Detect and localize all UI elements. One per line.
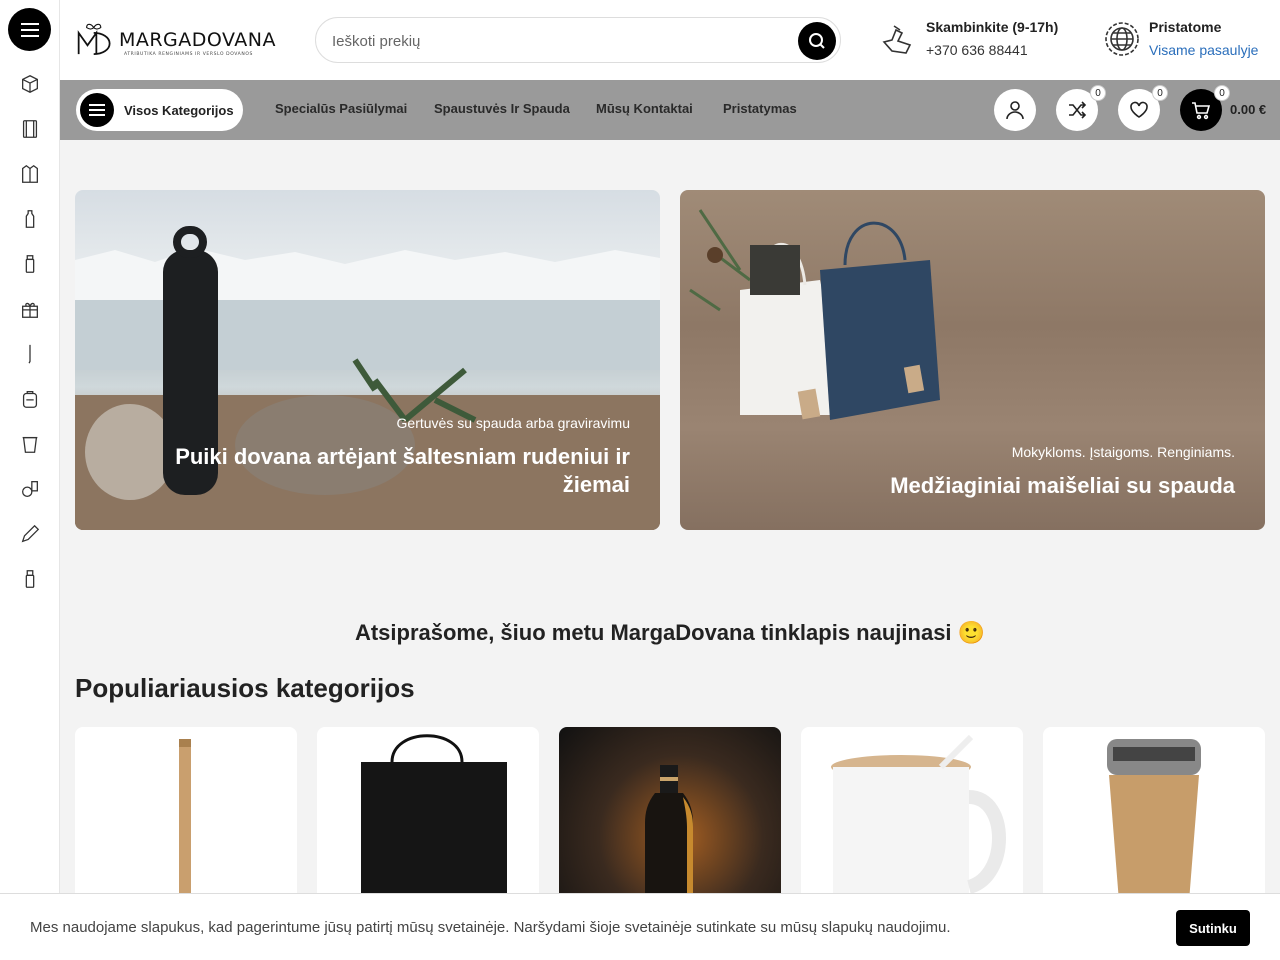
tech-gadgets-icon[interactable] <box>18 72 42 96</box>
notebook-icon[interactable] <box>18 117 42 141</box>
menu-icon <box>20 22 39 37</box>
nav-printing[interactable]: Spaustuvės Ir Spauda <box>434 101 570 116</box>
jacket-icon[interactable] <box>18 162 42 186</box>
cookie-bar: Mes naudojame slapukus, kad pagerintume … <box>0 893 1280 960</box>
shuffle-icon <box>1069 101 1087 119</box>
pen-icon[interactable] <box>18 342 42 366</box>
account-button[interactable] <box>994 89 1036 131</box>
nav-contacts[interactable]: Mūsų Kontaktai <box>596 101 693 116</box>
cart-button[interactable]: 0 <box>1180 85 1230 131</box>
thermos-icon[interactable] <box>18 252 42 276</box>
cart-total[interactable]: 0.00 € <box>1230 102 1266 117</box>
cup-icon[interactable] <box>18 432 42 456</box>
compare-count-badge: 0 <box>1090 85 1106 101</box>
cart-icon <box>1192 102 1211 120</box>
maintenance-notice: Atsiprašome, šiuo metu MargaDovana tinkl… <box>354 620 986 645</box>
banner-1-title: Puiki dovana artėjant šaltesniam rudeniu… <box>175 444 630 497</box>
banner-2-title: Medžiaginiai maišeliai su spauda <box>890 473 1235 498</box>
phone-number[interactable]: +370 636 88441 <box>926 42 1028 58</box>
logo-mark <box>77 23 111 56</box>
cart-count-badge: 0 <box>1214 85 1230 101</box>
nav-shipping[interactable]: Pristatymas <box>723 101 797 116</box>
cookie-accept-button[interactable]: Sutinku <box>1176 910 1250 946</box>
popular-categories-title: Populiariausios kategorijos <box>75 673 415 703</box>
shipping-info: Pristatome Visame pasaulyje <box>1103 16 1278 64</box>
phone-info: Skambinkite (9-17h) +370 636 88441 <box>880 16 1080 64</box>
logo-subtitle: ATRIBUTIKA RENGINIAMS IR VERSLO DOVANOS <box>124 52 253 57</box>
search-icon <box>809 33 825 49</box>
banner-1-subtitle: Gertuvės su spauda arba graviravimu <box>396 415 630 431</box>
usb-icon[interactable] <box>18 567 42 591</box>
search-box <box>315 17 841 63</box>
search-input[interactable] <box>332 30 772 52</box>
wishlist-count-badge: 0 <box>1152 85 1168 101</box>
nav-special-offers[interactable]: Specialūs Pasiūlymai <box>275 101 407 116</box>
banner-2-subtitle: Mokykloms. Įstaigoms. Renginiams. <box>1011 444 1235 460</box>
wishlist-button[interactable]: 0 <box>1118 85 1168 131</box>
all-categories-button[interactable]: Visos Kategorijos <box>76 89 243 131</box>
banner-bags[interactable]: Mokykloms. Įstaigoms. Renginiams. Medžia… <box>680 190 1265 530</box>
all-categories-label: Visos Kategorijos <box>124 102 234 118</box>
main-navbar: Visos Kategorijos Specialūs Pasiūlymai S… <box>60 80 1280 140</box>
tools-icon[interactable] <box>18 477 42 501</box>
heart-icon <box>1130 101 1148 118</box>
compare-button[interactable]: 0 <box>1056 85 1106 131</box>
logo[interactable]: MARGADOVANA ATRIBUTIKA RENGINIAMS IR VER… <box>76 18 276 62</box>
shipping-title: Pristatome <box>1149 19 1222 35</box>
categories-menu-icon <box>80 93 114 127</box>
left-sidebar <box>0 0 60 960</box>
menu-button[interactable] <box>8 8 51 51</box>
search-button[interactable] <box>798 22 836 60</box>
banner-bottles[interactable]: Gertuvės su spauda arba graviravimu Puik… <box>75 190 660 530</box>
shipping-link[interactable]: Visame pasaulyje <box>1149 42 1258 58</box>
user-icon <box>1006 101 1024 120</box>
phone-hand-icon <box>882 25 912 54</box>
globe-icon <box>1105 22 1139 56</box>
logo-text: MARGADOVANA <box>118 29 276 51</box>
cookie-text: Mes naudojame slapukus, kad pagerintume … <box>30 919 951 936</box>
gift-set-icon[interactable] <box>18 297 42 321</box>
pencil-icon[interactable] <box>18 522 42 546</box>
backpack-icon[interactable] <box>18 387 42 411</box>
phone-title: Skambinkite (9-17h) <box>926 19 1059 35</box>
header: MARGADOVANA ATRIBUTIKA RENGINIAMS IR VER… <box>60 0 1280 80</box>
bottle-icon[interactable] <box>18 207 42 231</box>
